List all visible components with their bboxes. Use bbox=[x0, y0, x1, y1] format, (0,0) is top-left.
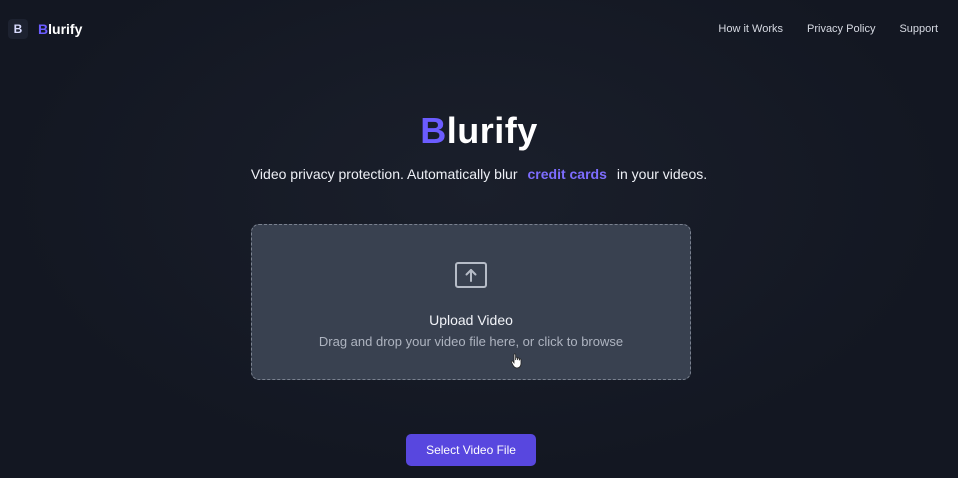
nav-how-it-works[interactable]: How it Works bbox=[718, 23, 783, 35]
select-video-file-button[interactable]: Select Video File bbox=[406, 434, 536, 466]
hero-title-rest: lurify bbox=[446, 110, 538, 151]
upload-dropzone[interactable]: Upload Video Drag and drop your video fi… bbox=[251, 224, 691, 380]
tagline-prefix: Video privacy protection. Automatically … bbox=[250, 166, 518, 182]
upload-title: Upload Video bbox=[429, 312, 513, 328]
brand-logo-icon: B bbox=[8, 19, 28, 39]
upload-subtitle: Drag and drop your video file here, or c… bbox=[318, 334, 624, 349]
nav-privacy-policy[interactable]: Privacy Policy bbox=[807, 23, 875, 35]
top-header: B Blurify How it Works Privacy Policy Su… bbox=[0, 0, 958, 60]
tagline-highlight: credit cards bbox=[527, 166, 607, 182]
page: B Blurify How it Works Privacy Policy Su… bbox=[0, 0, 958, 478]
tagline: Video privacy protection. Automatically … bbox=[250, 166, 708, 183]
upload-arrow-glyph bbox=[465, 269, 477, 282]
brand-name: Blurify bbox=[38, 21, 82, 37]
main-nav: How it Works Privacy Policy Support bbox=[718, 23, 938, 35]
brand-name-accent: B bbox=[38, 21, 49, 37]
hero-title-accent: B bbox=[420, 110, 447, 151]
tagline-suffix: in your videos. bbox=[616, 166, 708, 182]
upload-arrow-icon bbox=[455, 262, 487, 288]
hero-title: Blurify bbox=[0, 110, 958, 152]
hand-cursor-icon bbox=[510, 353, 522, 369]
nav-support[interactable]: Support bbox=[899, 23, 938, 35]
brand[interactable]: B Blurify bbox=[8, 19, 82, 39]
brand-name-rest: lurify bbox=[48, 21, 83, 37]
